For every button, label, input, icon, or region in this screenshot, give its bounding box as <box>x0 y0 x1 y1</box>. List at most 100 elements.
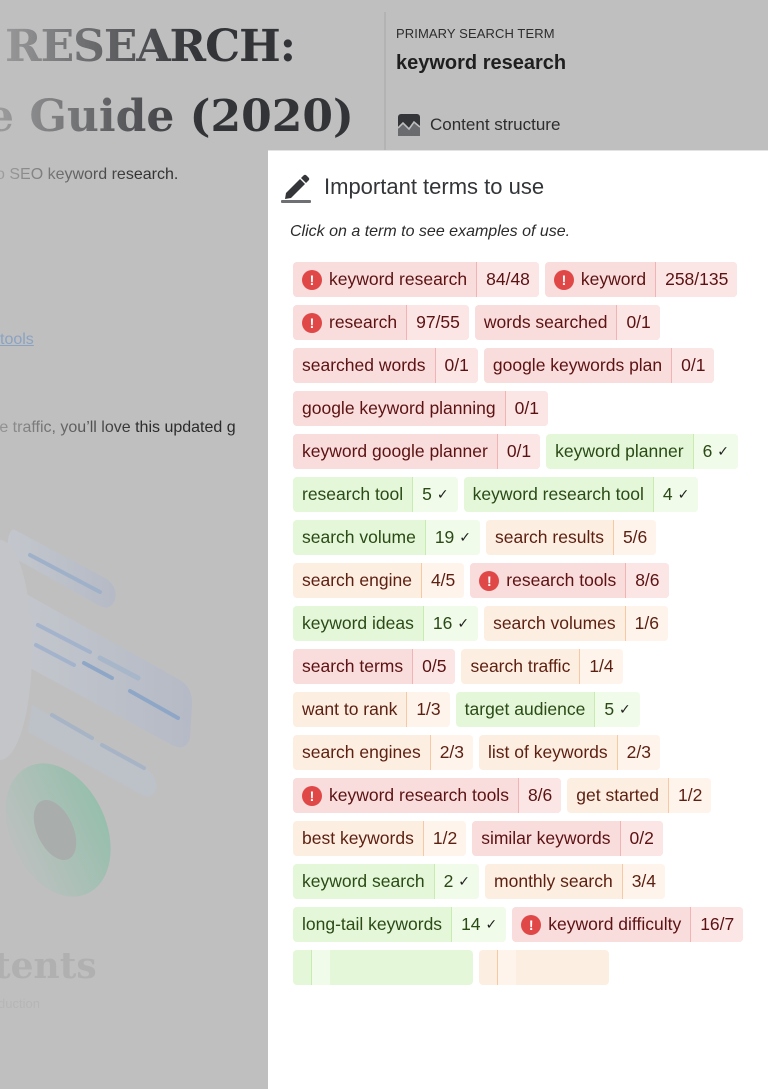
term-count-value: 2 <box>443 871 454 891</box>
term-chip-count: 0/1 <box>496 434 541 469</box>
term-chip-count: 8/6 <box>517 778 562 813</box>
term-count-value: 5 <box>422 484 432 504</box>
term-chip[interactable]: search traffic 1/4 <box>461 649 623 684</box>
term-chip-count: 84/48 <box>476 262 539 297</box>
term-chip-term: search volumes <box>484 606 625 641</box>
term-count-value: 0/1 <box>514 398 539 418</box>
term-chip[interactable]: keyword search 2 ✓ <box>293 864 480 899</box>
term-count-value: 8/6 <box>635 570 660 590</box>
term-chip[interactable]: best keywords 1/2 <box>293 821 467 856</box>
term-count-value: 1/4 <box>589 656 614 676</box>
term-label: search results <box>495 527 604 547</box>
article-tools-link[interactable]: tools <box>0 331 34 349</box>
primary-search-term-label: PRIMARY SEARCH TERM <box>396 26 555 41</box>
term-chip-count: 0/1 <box>504 391 548 426</box>
primary-search-term-value: keyword research <box>396 52 567 74</box>
terms-list: ! keyword research 84/48! keyword 258/135! re… <box>293 262 768 985</box>
term-label: searched words <box>302 355 426 375</box>
term-chip[interactable]: long-tail keywords 14 ✓ <box>293 907 507 942</box>
term-chip-term: want to rank <box>293 692 406 727</box>
term-chip[interactable]: search engines 2/3 <box>293 735 474 770</box>
term-chip[interactable]: search engine 4/5 <box>293 563 465 598</box>
term-chip[interactable]: words searched 0/1 <box>474 305 660 340</box>
term-chip-count: 97/55 <box>406 305 469 340</box>
contents-heading: tents <box>0 945 97 987</box>
term-label: search engine <box>302 570 412 590</box>
term-chip-count: 6 ✓ <box>692 434 739 469</box>
term-label: words searched <box>483 312 608 332</box>
term-chip-count: 16/7 <box>690 907 744 942</box>
term-chip[interactable]: ! keyword 258/135 <box>544 262 738 297</box>
term-chip[interactable]: ! research tools 8/6 <box>470 563 669 598</box>
alert-icon: ! <box>302 785 322 806</box>
term-chip[interactable]: target audience 5 ✓ <box>455 692 640 727</box>
term-chip[interactable]: ! keyword difficulty 16/7 <box>512 907 744 942</box>
term-chip-term: keyword research tool <box>464 477 653 512</box>
term-chip-term: searched words <box>293 348 435 383</box>
term-chip[interactable]: ! research 97/55 <box>293 305 469 340</box>
term-chip[interactable]: ! keyword research 84/48 <box>293 262 539 297</box>
check-icon: ✓ <box>436 486 449 502</box>
term-count-value: 16 <box>432 613 453 633</box>
term-chip[interactable]: list of keywords 2/3 <box>479 735 660 770</box>
term-count-value: 19 <box>434 527 455 547</box>
illustration-circle <box>0 540 32 760</box>
term-label: target audience <box>464 699 586 719</box>
term-chip[interactable]: search results 5/6 <box>486 520 657 555</box>
term-chip-count: 1/2 <box>667 778 712 813</box>
term-chip-term: search volume <box>293 520 425 555</box>
check-icon: ✓ <box>485 916 498 932</box>
term-chip-count: 258/135 <box>655 262 738 297</box>
term-label: keyword google planner <box>302 441 488 461</box>
term-chip[interactable]: searched words 0/1 <box>293 348 478 383</box>
term-chip[interactable]: keyword planner 6 ✓ <box>546 434 739 469</box>
term-chip[interactable]: google keywords plan 0/1 <box>483 348 715 383</box>
term-chip[interactable]: search volumes 1/6 <box>484 606 668 641</box>
term-count-value: 4 <box>662 484 673 504</box>
content-structure-button[interactable]: Content structure <box>398 114 560 136</box>
term-chip[interactable]: research tool 5 ✓ <box>293 477 458 512</box>
term-chip-count <box>311 950 330 985</box>
pencil-icon <box>281 174 311 203</box>
term-chip[interactable]: monthly search 3/4 <box>485 864 666 899</box>
term-chip[interactable]: search volume 19 ✓ <box>293 520 481 555</box>
chart-line-icon <box>398 114 420 136</box>
term-label: search volume <box>302 527 416 547</box>
term-label: long-tail keywords <box>302 914 443 934</box>
term-label: get started <box>576 785 659 805</box>
term-chip-count: 14 ✓ <box>451 907 507 942</box>
term-count-value: 0/1 <box>506 441 532 461</box>
term-chip-term: search engine <box>293 563 421 598</box>
term-chip[interactable]: similar keywords 0/2 <box>472 821 663 856</box>
term-chip-term: ! research tools <box>470 563 625 598</box>
term-chip-term: ! research <box>293 305 406 340</box>
term-label: best keywords <box>302 828 414 848</box>
term-chip-count <box>497 950 516 985</box>
term-label: keyword planner <box>555 441 684 461</box>
term-chip[interactable]: get started 1/2 <box>567 778 712 813</box>
term-chip[interactable]: keyword google planner 0/1 <box>293 434 541 469</box>
term-count-value: 0/5 <box>422 656 447 676</box>
term-chip[interactable]: keyword ideas 16 ✓ <box>293 606 479 641</box>
term-chip-term: google keywords plan <box>484 348 671 383</box>
term-label: keyword ideas <box>302 613 414 633</box>
term-chip[interactable] <box>479 950 609 985</box>
term-count-value: 1/2 <box>432 828 458 848</box>
content-structure-label: Content structure <box>430 115 561 134</box>
contents-item-introduction[interactable]: duction <box>0 996 40 1011</box>
term-chip[interactable]: ! keyword research tools 8/6 <box>293 778 562 813</box>
term-chip-count: 4/5 <box>420 563 465 598</box>
term-label: list of keywords <box>488 742 608 762</box>
term-chip-term <box>293 950 311 985</box>
term-chip[interactable] <box>293 950 473 985</box>
term-chip[interactable]: keyword research tool 4 ✓ <box>463 477 699 512</box>
term-chip-count: 3/4 <box>621 864 666 899</box>
term-chip-term: ! keyword difficulty <box>512 907 690 942</box>
term-chip[interactable]: google keyword planning 0/1 <box>293 391 548 426</box>
term-chip-count: 0/5 <box>412 649 456 684</box>
term-chip[interactable]: search terms 0/5 <box>293 649 456 684</box>
term-chip-count: 19 ✓ <box>424 520 481 555</box>
term-chip[interactable]: want to rank 1/3 <box>293 692 450 727</box>
term-label: search engines <box>302 742 421 762</box>
article-subtitle: o SEO keyword research. <box>0 166 179 183</box>
